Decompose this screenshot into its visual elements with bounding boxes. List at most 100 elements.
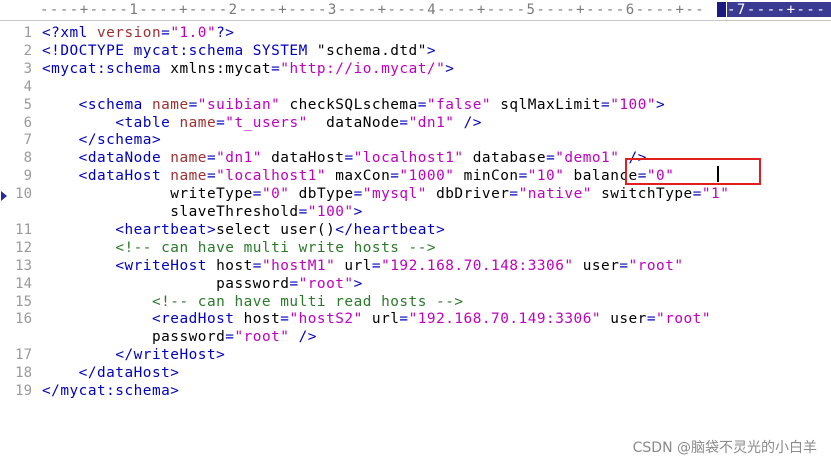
code-token: /> xyxy=(454,114,482,131)
code-token: <dataNode xyxy=(78,150,171,167)
code-token: "100" xyxy=(307,204,354,220)
code-line[interactable]: <heartbeat>select user()</heartbeat> xyxy=(42,221,445,239)
line-number: 17 xyxy=(15,347,32,364)
code-line[interactable]: </writeHost> xyxy=(42,346,225,364)
code-token: user xyxy=(573,257,620,274)
code-token: switchType xyxy=(591,186,693,203)
code-token: = xyxy=(353,186,363,203)
code-token: > xyxy=(353,275,363,292)
code-token: "localhost1" xyxy=(216,168,327,185)
code-token: = xyxy=(619,257,629,274)
code-token: = xyxy=(188,96,198,113)
code-line[interactable]: <writeHost host="hostM1" url="192.168.70… xyxy=(42,257,684,275)
code-line[interactable]: <!DOCTYPE mycat:schema SYSTEM "schema.dt… xyxy=(42,42,436,60)
balance-attribute-highlight xyxy=(625,158,761,185)
code-line[interactable]: writeType="0" dbType="mysql" dbDriver="n… xyxy=(42,185,729,203)
code-token: dataNode xyxy=(307,114,400,131)
code-token: url xyxy=(335,257,372,274)
code-line[interactable]: password="root" /> xyxy=(42,328,317,346)
code-line[interactable]: <table name="t_users" dataNode="dn1" /> xyxy=(42,114,482,132)
line-number: 13 xyxy=(15,257,32,274)
code-token: /> xyxy=(289,329,317,346)
code-line[interactable]: </dataHost> xyxy=(42,364,179,382)
code-token: = xyxy=(344,150,354,167)
code-token: </heartbeat> xyxy=(335,221,446,238)
code-line[interactable]: slaveThreshold="100"> xyxy=(42,203,363,221)
code-line[interactable]: <dataHost name="localhost1" maxCon="1000… xyxy=(42,167,674,185)
line-number: 7 xyxy=(23,132,32,149)
bookmark-arrow-icon xyxy=(1,191,7,201)
code-token: "dn1" xyxy=(408,114,455,131)
code-token: host xyxy=(216,257,253,274)
code-line[interactable]: <schema name="suibian" checkSQLschema="f… xyxy=(42,96,665,114)
code-token: = xyxy=(289,275,299,292)
code-line[interactable]: <?xml version="1.0"?> xyxy=(42,24,234,42)
ruler-scale: ----+----1----+----2----+----3----+----4… xyxy=(40,2,706,18)
code-line[interactable]: <dataNode name="dn1" dataHost="localhost… xyxy=(42,149,647,167)
code-token: "10" xyxy=(527,168,565,185)
code-token: "http://io.mycat/" xyxy=(280,60,446,77)
code-token: = xyxy=(216,114,226,131)
line-number: 14 xyxy=(15,275,32,292)
code-token: dbDriver xyxy=(426,186,510,203)
code-token: "mysql" xyxy=(362,186,427,203)
code-token: "schema.dtd" xyxy=(316,42,427,59)
code-line[interactable]: password="root"> xyxy=(42,275,363,293)
code-token: > xyxy=(656,96,666,113)
line-number: 15 xyxy=(15,293,32,310)
code-token: = xyxy=(646,311,657,328)
code-line[interactable]: </mycat:schema> xyxy=(42,382,179,400)
code-token: </writeHost> xyxy=(115,347,226,364)
code-token: dbType xyxy=(289,186,354,203)
code-token: </dataHost> xyxy=(78,365,180,382)
code-token: "dn1" xyxy=(216,150,262,167)
code-token: password xyxy=(42,275,290,292)
code-token: <!DOCTYPE mycat:schema SYSTEM xyxy=(42,42,317,59)
code-token: = xyxy=(546,150,556,167)
code-line[interactable]: <readHost host="hostS2" url="192.168.70.… xyxy=(42,310,711,328)
code-token: "hostM1" xyxy=(261,257,336,274)
line-number: 2 xyxy=(23,42,32,59)
code-token: dataHost xyxy=(261,150,345,167)
code-line[interactable]: <!-- can have multi write hosts --> xyxy=(42,239,436,257)
code-token: "t_users" xyxy=(225,114,308,131)
code-token: "root" xyxy=(234,329,290,346)
code-token: <schema xyxy=(78,96,152,113)
code-line[interactable]: </schema> xyxy=(42,131,161,149)
code-token: name xyxy=(170,168,207,185)
code-token: "demo1" xyxy=(555,150,620,167)
code-token: xmlns:mycat xyxy=(170,60,272,77)
line-number: 3 xyxy=(23,60,32,77)
code-token: = xyxy=(692,186,702,203)
code-token: "suibian" xyxy=(197,96,281,113)
code-token: name xyxy=(179,114,217,131)
line-number: 11 xyxy=(15,221,32,238)
code-token: "false" xyxy=(426,96,492,113)
code-token: > xyxy=(353,204,363,220)
code-token: "100" xyxy=(610,96,657,113)
code-line[interactable]: <mycat:schema xmlns:mycat="http://io.myc… xyxy=(42,60,454,78)
code-token: > xyxy=(426,42,437,59)
code-token: <writeHost xyxy=(115,257,217,274)
column-ruler: ----+----1----+----2----+----3----+----4… xyxy=(0,0,831,21)
code-token: <dataHost xyxy=(78,168,171,185)
code-token: "192.168.70.149:3306" xyxy=(408,311,602,328)
code-line[interactable]: <!-- can have multi read hosts --> xyxy=(42,293,464,311)
line-number: 18 xyxy=(15,365,32,382)
line-number: 4 xyxy=(23,78,32,95)
code-token: = xyxy=(417,96,427,113)
code-token: select user() xyxy=(216,221,336,238)
code-token: = xyxy=(298,204,308,220)
code-editor-area[interactable]: <?xml version="1.0"?> <!DOCTYPE mycat:sch… xyxy=(42,21,831,467)
code-token: "root" xyxy=(628,257,684,274)
line-number: 5 xyxy=(23,96,32,113)
code-token: <readHost xyxy=(151,311,244,328)
code-token: host xyxy=(243,311,281,328)
code-token: name xyxy=(151,96,189,113)
code-token: "1000" xyxy=(399,168,455,185)
